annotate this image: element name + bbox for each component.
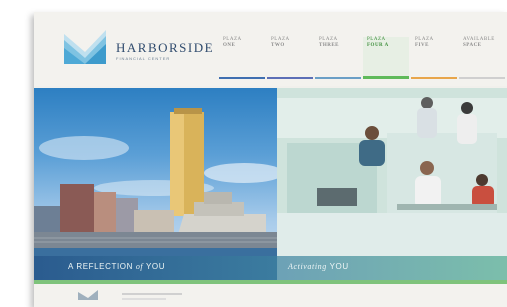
nav-plaza-four-a[interactable]: PLAZA FOUR A	[363, 37, 409, 79]
nav-label-line2: TWO	[271, 43, 285, 48]
tagline-activating: Activating YOU	[288, 262, 349, 271]
tagline-text-e: YOU	[329, 262, 349, 271]
site-footer	[34, 284, 507, 307]
nav-plaza-one[interactable]: PLAZA ONE	[219, 37, 265, 79]
nav-label-line2: FOUR A	[367, 43, 389, 48]
nav-underline	[459, 77, 505, 79]
footer-fine-print	[122, 291, 182, 300]
nav-plaza-two[interactable]: PLAZA TWO	[267, 37, 313, 79]
nav-label-line2: SPACE	[463, 43, 482, 48]
nav-underline	[219, 77, 265, 79]
nav-available-space[interactable]: AVAILABLE SPACE	[459, 37, 505, 79]
tagline-text-c: YOU	[145, 262, 166, 271]
nav-underline	[267, 77, 313, 79]
site-header: HARBORSIDE FINANCIAL CENTER PLAZA ONE PL…	[34, 12, 507, 86]
brand-name: HARBORSIDE	[116, 40, 215, 55]
brand-subtitle: FINANCIAL CENTER	[116, 56, 171, 61]
hero-office-photo[interactable]	[277, 88, 507, 280]
nav-underline	[411, 77, 457, 79]
tagline-text-a: A REFLECTION	[68, 262, 133, 271]
nav-plaza-three[interactable]: PLAZA THREE	[315, 37, 361, 79]
nav-label-line2: ONE	[223, 43, 236, 48]
footer-logo-icon[interactable]	[78, 290, 98, 300]
nav-underline	[363, 76, 409, 79]
nav-label-line2: THREE	[319, 43, 340, 48]
nav-underline	[315, 77, 361, 79]
hero-skyline-photo[interactable]	[34, 88, 277, 280]
harborside-logo-icon[interactable]	[64, 30, 106, 64]
skyline-illustration	[34, 108, 277, 280]
nav-label-line2: FIVE	[415, 43, 429, 48]
hero-banner: A REFLECTION of YOU Activating YOU	[34, 88, 507, 280]
brand-wordmark[interactable]: HARBORSIDE FINANCIAL CENTER	[116, 41, 214, 61]
office-illustration	[277, 88, 507, 280]
tagline-text-b: of	[135, 262, 144, 271]
nav-plaza-five[interactable]: PLAZA FIVE	[411, 37, 457, 79]
tagline-reflection: A REFLECTION of YOU	[68, 262, 165, 271]
website-page: HARBORSIDE FINANCIAL CENTER PLAZA ONE PL…	[34, 12, 507, 307]
tagline-text-d: Activating	[288, 262, 327, 271]
